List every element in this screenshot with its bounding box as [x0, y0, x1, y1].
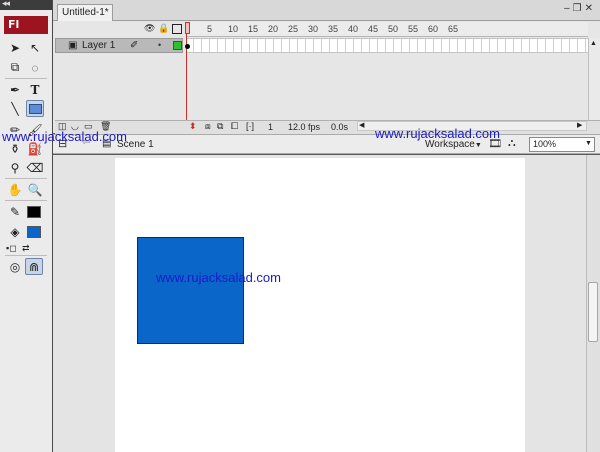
subselection-tool-icon[interactable]: ↖	[26, 39, 44, 56]
frame-rate[interactable]: 12.0 fps	[288, 122, 320, 132]
tools-divider	[5, 255, 47, 256]
window-controls[interactable]: –❐✕	[564, 3, 596, 14]
rectangle-tool-icon[interactable]	[26, 100, 44, 117]
lock-dot-icon[interactable]: •	[158, 40, 161, 50]
hand-tool-icon[interactable]: ✋	[6, 181, 24, 198]
tools-divider	[5, 178, 47, 179]
pen-tool-icon[interactable]: ✒	[6, 81, 24, 98]
layer-icon: ▣	[68, 40, 78, 51]
fill-color-swatch[interactable]	[27, 226, 41, 238]
stroke-color-icon[interactable]: ✎	[6, 203, 24, 220]
frame-number: 60	[428, 24, 439, 34]
stroke-color-swatch[interactable]	[27, 206, 41, 218]
black-white-icon[interactable]: ▪◻	[6, 243, 17, 254]
fill-color-icon[interactable]: ◈	[6, 223, 24, 240]
object-drawing-icon[interactable]: ◎	[6, 258, 24, 275]
text-tool-icon[interactable]: T	[26, 81, 44, 98]
frame-number: 50	[388, 24, 399, 34]
frame-number: 5	[207, 24, 213, 34]
chevron-down-icon: ▼	[474, 142, 482, 149]
onion-outlines-icon[interactable]: ⧉	[217, 121, 223, 132]
tools-divider	[5, 200, 47, 201]
frame-number: 15	[248, 24, 259, 34]
frame-number: 45	[368, 24, 379, 34]
playhead[interactable]	[185, 22, 190, 120]
pencil-edit-icon: ✐	[130, 40, 139, 51]
restore-icon[interactable]: ❐	[573, 3, 585, 14]
edit-multiple-frames-icon[interactable]: ⧠	[231, 121, 238, 132]
frame-number: 30	[308, 24, 319, 34]
onion-markers-icon[interactable]: [·]	[246, 121, 254, 131]
zoom-value: 100%	[533, 139, 557, 149]
free-transform-tool-icon[interactable]: ⧉	[6, 59, 24, 76]
close-icon[interactable]: ✕	[585, 3, 596, 14]
line-tool-icon[interactable]: ╲	[6, 100, 24, 117]
current-frame: 1	[268, 122, 274, 132]
watermark-text: www.rujacksalad.com	[2, 129, 127, 144]
watermark-text: www.rujacksalad.com	[156, 270, 281, 285]
tools-divider	[5, 78, 47, 79]
show-hide-icon[interactable]: 👁	[144, 23, 155, 34]
edit-symbols-icon[interactable]: ⛬	[508, 137, 516, 150]
layer-name[interactable]: Layer 1	[82, 40, 115, 51]
lock-icon[interactable]: 🔒	[158, 23, 169, 34]
frame-number: 20	[268, 24, 279, 34]
frame-number: 10	[228, 24, 239, 34]
zoom-dropdown-icon[interactable]: ▼	[585, 140, 592, 147]
document-tab[interactable]: Untitled-1*	[57, 4, 113, 21]
center-frame-icon[interactable]: ⬍	[189, 121, 197, 132]
elapsed-time: 0.0s	[331, 122, 349, 132]
snap-to-objects-icon[interactable]: ⋒	[25, 258, 43, 275]
zoom-tool-icon[interactable]: 🔍	[26, 181, 44, 198]
frame-number: 40	[348, 24, 359, 34]
layer-list-empty	[55, 54, 183, 120]
stage-scroll-thumb[interactable]	[588, 282, 598, 342]
app-logo: Fl	[4, 16, 48, 34]
scroll-left-icon[interactable]: ◀	[359, 121, 364, 129]
frame-grid[interactable]	[186, 38, 588, 53]
frame-number: 65	[448, 24, 459, 34]
lasso-tool-icon[interactable]: ◌	[26, 59, 44, 76]
selection-tool-icon[interactable]: ➤	[6, 39, 24, 56]
frame-number: 35	[328, 24, 339, 34]
timeline-vertical-scrollbar[interactable]	[588, 38, 600, 120]
onion-skin-icon[interactable]: ⧈	[205, 121, 211, 132]
keyframe-icon	[185, 44, 190, 49]
frames-empty-area	[186, 54, 588, 120]
eyedropper-tool-icon[interactable]: ⚲	[6, 159, 24, 176]
minimize-icon[interactable]: –	[564, 3, 573, 14]
rectangle-shape[interactable]	[137, 237, 244, 344]
scroll-right-icon[interactable]: ▶	[577, 121, 582, 129]
frame-number: 25	[288, 24, 299, 34]
watermark-text: www.rujacksalad.com	[375, 126, 500, 141]
collapse-panel-icon[interactable]: ◂◂	[2, 0, 10, 9]
frame-number: 55	[408, 24, 419, 34]
layer-color-icon[interactable]	[173, 41, 182, 50]
swap-colors-icon[interactable]: ⇄	[22, 243, 30, 254]
frame-ruler[interactable]	[186, 22, 588, 37]
outline-icon[interactable]	[172, 24, 182, 34]
scroll-up-icon[interactable]: ▲	[590, 40, 597, 47]
document-tab-bar	[53, 0, 600, 21]
eraser-tool-icon[interactable]: ⌫	[26, 159, 44, 176]
